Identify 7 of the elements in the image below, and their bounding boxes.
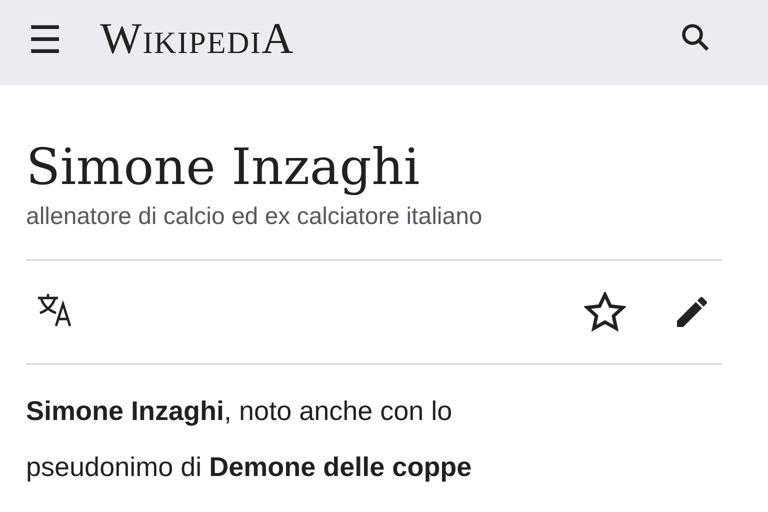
wikipedia-logo[interactable]: WikipediA (100, 13, 294, 64)
search-icon[interactable] (680, 22, 710, 52)
menu-icon[interactable]: ☰ (28, 20, 62, 58)
article-paragraph: Simone Inzaghi, noto anche con lo pseudonimo di Demone delle coppe (26, 395, 473, 484)
article-description: allenatore di calcio ed ex calciatore italiano (26, 203, 484, 231)
article-title: Simone Inzaghi (26, 137, 421, 197)
star-icon[interactable] (584, 292, 626, 332)
